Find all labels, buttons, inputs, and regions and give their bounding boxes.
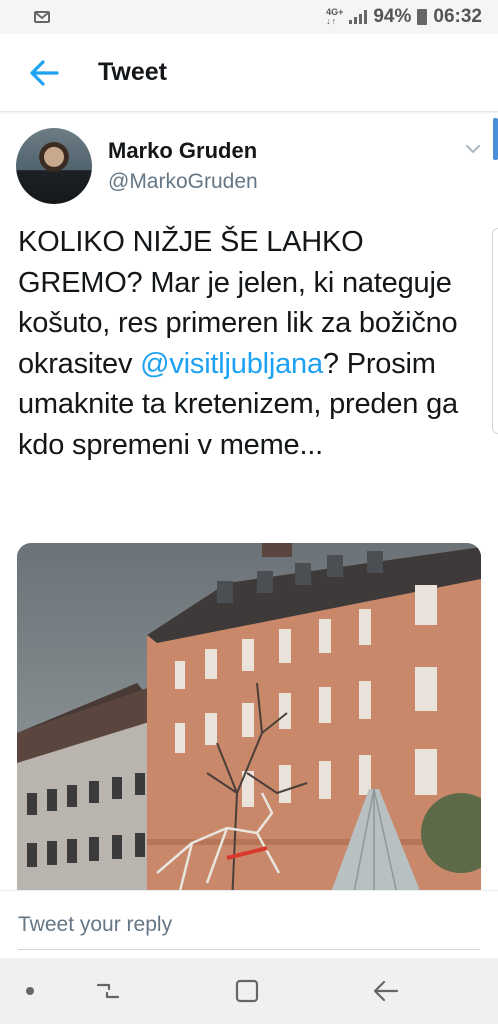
photo-illustration [17,543,481,890]
clock: 06:32 [433,6,482,27]
battery-icon [417,9,428,25]
back-icon [373,980,399,1002]
nav-dot-button[interactable] [8,972,52,1010]
author-name[interactable]: Marko Gruden [108,138,257,164]
reply-underline [18,949,480,950]
reply-input[interactable]: Tweet your reply [18,913,172,937]
status-bar: 4G+ ↓↑ 94% 06:32 [0,0,498,34]
status-right: 4G+ ↓↑ 94% 06:32 [326,6,482,28]
navigation-bar [0,958,498,1024]
chevron-down-icon [466,145,480,154]
recent-apps-icon [96,983,120,999]
dot-icon [26,987,34,995]
system-back-button[interactable] [364,972,408,1010]
back-button[interactable] [14,43,74,103]
home-icon [235,979,259,1003]
tweet: Marko Gruden @MarkoGruden KOLIKO NIŽJE Š… [0,112,498,890]
mention-link[interactable]: @visitljubljana [140,348,323,380]
recent-apps-button[interactable] [86,972,130,1010]
arrow-left-icon [30,59,59,86]
signal-icon [349,10,368,24]
tweet-menu-button[interactable] [462,138,486,162]
page-title: Tweet [98,58,167,86]
scroll-indicator [493,118,498,160]
edge-panel-handle[interactable] [492,228,498,434]
author-handle[interactable]: @MarkoGruden [108,170,258,194]
home-button[interactable] [225,972,269,1010]
avatar[interactable] [16,128,92,204]
battery-percent: 94% [373,6,412,27]
app-bar: Tweet [0,34,498,112]
network-indicator: 4G+ ↓↑ [326,7,344,26]
tweet-photo[interactable] [17,543,481,890]
reply-bar: Tweet your reply [0,890,498,958]
mail-icon [34,11,50,23]
tweet-text: KOLIKO NIŽJE ŠE LAHKO GREMO? Mar je jele… [18,222,478,465]
